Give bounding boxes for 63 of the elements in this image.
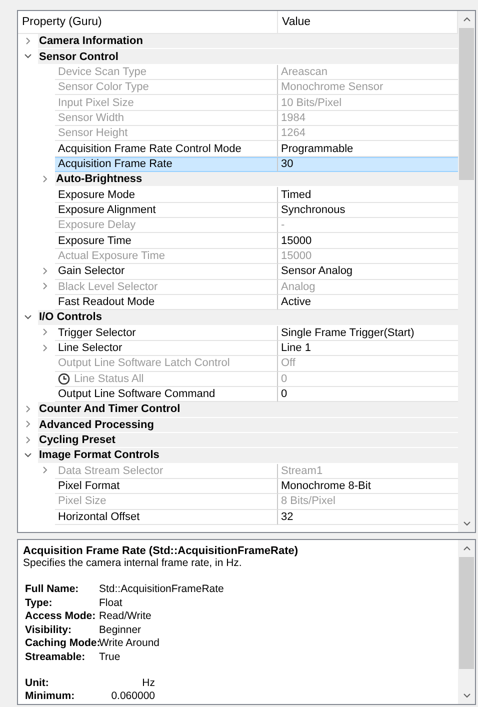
property-value[interactable]: Synchronous bbox=[278, 202, 458, 218]
chevron-right-icon[interactable] bbox=[41, 174, 49, 183]
detail-value: Std::AcquisitionFrameRate bbox=[99, 583, 225, 595]
group-header[interactable]: Advanced Processing bbox=[38, 418, 458, 433]
detail-value: 0.060000 bbox=[110, 690, 155, 702]
chevron-down-icon[interactable] bbox=[24, 450, 32, 459]
property-value[interactable]: Monochrome 8-Bit bbox=[278, 478, 458, 494]
detail-label: Visibility: bbox=[25, 624, 72, 636]
group-header[interactable]: Counter And Timer Control bbox=[38, 402, 458, 418]
property-value[interactable]: 32 bbox=[278, 510, 458, 525]
detail-value: Read/Write bbox=[99, 610, 152, 622]
detail-label: Unit: bbox=[25, 676, 50, 688]
detail-label: Type: bbox=[25, 596, 54, 608]
scroll-down-icon[interactable] bbox=[462, 693, 470, 698]
scroll-down-icon[interactable] bbox=[462, 521, 470, 526]
group-header[interactable]: Camera Information bbox=[38, 34, 458, 50]
detail-value: Float bbox=[99, 596, 124, 608]
scroll-thumb[interactable] bbox=[459, 28, 474, 180]
detail-label: Minimum: bbox=[25, 690, 76, 702]
scroll-thumb[interactable] bbox=[459, 557, 474, 669]
detail-value: Beginner bbox=[99, 624, 142, 636]
property-name[interactable]: Exposure Alignment bbox=[55, 202, 278, 218]
detail-label: Full Name: bbox=[25, 583, 80, 595]
chevron-right-icon[interactable] bbox=[24, 36, 32, 45]
group-header[interactable]: Image Format Controls bbox=[38, 448, 458, 464]
property-name[interactable]: Line Selector bbox=[55, 340, 278, 356]
property-value[interactable]: Sensor Analog bbox=[278, 264, 458, 280]
property-value[interactable]: Active bbox=[278, 294, 458, 310]
group-header[interactable]: Cycling Preset bbox=[38, 432, 458, 448]
scroll-up-icon[interactable] bbox=[462, 546, 470, 551]
detail-label: Caching Mode: bbox=[25, 637, 99, 649]
property-value[interactable]: Line 1 bbox=[278, 340, 458, 356]
description-text: Specifies the camera internal frame rate, in Hz. bbox=[23, 557, 243, 569]
property-value[interactable]: Programmable bbox=[278, 141, 458, 157]
property-value[interactable]: 15000 bbox=[278, 233, 458, 249]
property-name[interactable]: Acquisition Frame Rate Control Mode bbox=[55, 141, 278, 157]
property-name[interactable]: Output Line Software Command bbox=[55, 386, 278, 402]
group-header[interactable]: Auto-Brightness bbox=[55, 172, 458, 188]
chevron-down-icon[interactable] bbox=[24, 52, 32, 60]
description-title: Acquisition Frame Rate (Std::AcquisitionFrameRate) bbox=[23, 545, 300, 557]
property-value[interactable]: Timed bbox=[278, 187, 458, 203]
property-name[interactable]: Pixel Format bbox=[55, 478, 278, 494]
detail-value: Hz bbox=[141, 676, 155, 688]
chevron-down-icon[interactable] bbox=[24, 312, 32, 321]
clock-icon bbox=[58, 372, 70, 385]
property-value[interactable]: 30 bbox=[278, 156, 458, 172]
property-value[interactable]: Single Frame Trigger(Start) bbox=[278, 326, 458, 341]
property-value[interactable]: 0 bbox=[278, 386, 458, 402]
property-name[interactable]: Acquisition Frame Rate bbox=[55, 156, 278, 172]
property-name[interactable]: Exposure Mode bbox=[55, 187, 278, 203]
group-header[interactable]: Sensor Control bbox=[38, 49, 458, 65]
property-name[interactable]: Horizontal Offset bbox=[55, 510, 278, 525]
detail-value: True bbox=[99, 650, 122, 662]
property-name[interactable]: Fast Readout Mode bbox=[55, 294, 278, 310]
detail-label: Access Mode: bbox=[25, 610, 97, 622]
group-header[interactable]: I/O Controls bbox=[38, 310, 458, 326]
property-name[interactable]: Trigger Selector bbox=[55, 326, 278, 341]
detail-label: Streamable: bbox=[25, 650, 86, 662]
column-header[interactable]: Property (Guru) bbox=[18, 11, 278, 33]
detail-value: Write Around bbox=[99, 637, 161, 649]
property-name[interactable]: Exposure Time bbox=[55, 233, 278, 249]
scroll-up-icon[interactable] bbox=[462, 17, 470, 22]
property-name[interactable]: Gain Selector bbox=[55, 264, 278, 280]
